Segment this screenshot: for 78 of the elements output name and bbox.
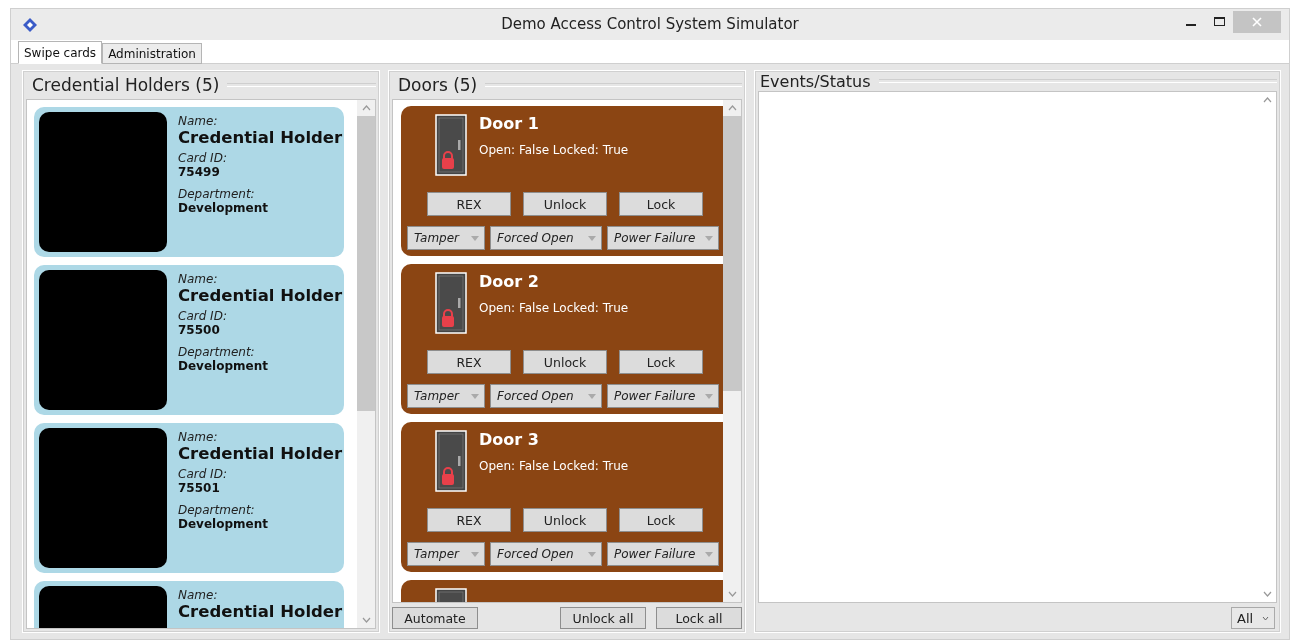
section-title: Doors (5) — [397, 75, 478, 95]
caret-icon — [588, 393, 596, 399]
caret-icon — [705, 235, 713, 241]
window-title: Demo Access Control System Simulator — [501, 15, 799, 33]
alarm-dropdown[interactable]: Tamper — [407, 384, 485, 408]
credential-card[interactable]: Name: Credential Holder — [34, 581, 344, 628]
scrollbar-thumb[interactable] — [723, 116, 741, 391]
card-id-label: Card ID: — [178, 467, 228, 481]
door-button[interactable]: Lock — [619, 508, 703, 532]
door-button[interactable]: Unlock — [523, 192, 607, 216]
door-button[interactable]: REX — [427, 192, 511, 216]
credential-card[interactable]: Name: Credential Holder Card ID: 75499 Department: Development — [34, 107, 344, 257]
door-button[interactable]: REX — [427, 508, 511, 532]
scroll-up-icon[interactable] — [727, 105, 737, 111]
scroll-down-icon[interactable] — [1262, 591, 1272, 597]
caret-icon — [471, 393, 479, 399]
caret-icon — [471, 235, 479, 241]
door-status: Open: False Locked: True — [479, 143, 629, 157]
alarm-dropdown[interactable]: Forced Open — [490, 542, 602, 566]
card-id: 75499 — [178, 165, 221, 179]
department: Development — [178, 517, 269, 531]
card-id: 75500 — [178, 323, 221, 337]
alarm-dropdown[interactable]: Forced Open — [490, 226, 602, 250]
name-label: Name: — [178, 114, 219, 128]
department-label: Department: — [178, 345, 256, 359]
scroll-up-icon[interactable] — [361, 105, 371, 111]
maximize-icon — [1213, 17, 1225, 26]
filter-dropdown[interactable]: All — [1231, 607, 1275, 629]
caret-icon — [588, 551, 596, 557]
app-logo-icon — [22, 16, 38, 33]
chevron-down-icon — [1262, 615, 1269, 621]
close-icon — [1252, 16, 1262, 27]
caret-icon — [471, 551, 479, 557]
card-id-label: Card ID: — [178, 309, 228, 323]
door-name: Door 2 — [479, 272, 540, 291]
door-button[interactable]: Unlock — [523, 350, 607, 374]
alarm-dropdown[interactable]: Power Failure — [607, 542, 719, 566]
automate-button[interactable]: Automate — [392, 607, 478, 629]
scrollbar[interactable] — [723, 100, 741, 602]
name-label: Name: — [178, 272, 219, 286]
alarm-dropdown[interactable]: Tamper — [407, 226, 485, 250]
card-id-label: Card ID: — [178, 151, 228, 165]
caret-icon — [705, 393, 713, 399]
card-id: 75501 — [178, 481, 221, 495]
department: Development — [178, 201, 269, 215]
scroll-down-icon[interactable] — [727, 591, 737, 597]
name-label: Name: — [178, 588, 219, 602]
tab[interactable]: Administration — [102, 43, 202, 64]
door-button[interactable]: Lock — [619, 350, 703, 374]
bulk-action-button[interactable]: Lock all — [656, 607, 742, 629]
alarm-dropdown[interactable]: Tamper — [407, 542, 485, 566]
section-title: Events/Status — [759, 71, 871, 91]
department-label: Department: — [178, 187, 256, 201]
scrollbar[interactable] — [357, 100, 375, 628]
caret-icon — [705, 551, 713, 557]
caret-icon — [588, 235, 596, 241]
door-name: Door 3 — [479, 430, 540, 449]
credential-card[interactable]: Name: Credential Holder Card ID: 75501 Department: Development — [34, 423, 344, 573]
door-button[interactable]: Lock — [619, 192, 703, 216]
alarm-dropdown[interactable]: Power Failure — [607, 384, 719, 408]
department-label: Department: — [178, 503, 256, 517]
scroll-down-icon[interactable] — [361, 617, 371, 623]
alarm-dropdown[interactable]: Power Failure — [607, 226, 719, 250]
department: Development — [178, 359, 269, 373]
door-status: Open: False Locked: True — [479, 301, 629, 315]
alarm-dropdown[interactable]: Forced Open — [490, 384, 602, 408]
door-button[interactable]: Unlock — [523, 508, 607, 532]
scroll-up-icon[interactable] — [1262, 97, 1272, 103]
name-label: Name: — [178, 430, 219, 444]
tab[interactable]: Swipe cards — [18, 41, 103, 64]
bulk-action-button[interactable]: Unlock all — [560, 607, 646, 629]
door-status: Open: False Locked: True — [479, 459, 629, 473]
section-title: Credential Holders (5) — [31, 75, 220, 95]
minimize-icon — [1186, 24, 1196, 26]
scrollbar-thumb[interactable] — [357, 116, 375, 411]
credential-card[interactable]: Name: Credential Holder Card ID: 75500 Department: Development — [34, 265, 344, 415]
door-button[interactable]: REX — [427, 350, 511, 374]
door-name: Door 1 — [479, 114, 540, 133]
